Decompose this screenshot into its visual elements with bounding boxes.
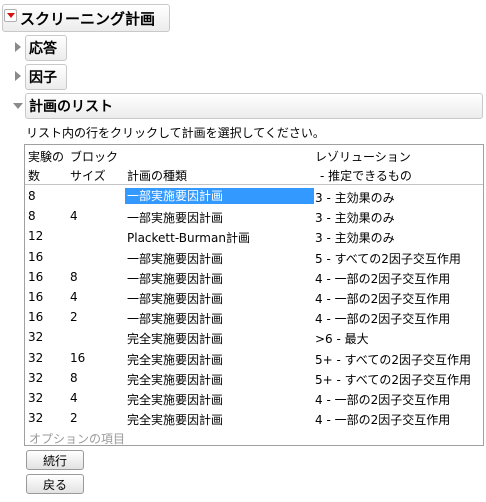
design-type-cell: 一部実施要因計画 xyxy=(127,271,224,286)
block-size-cell: 8 xyxy=(70,269,78,284)
table-row[interactable]: 32 16 完全実施要因計画 5+ - すべての2因子交互作用 xyxy=(25,348,483,368)
resolution-cell: 4 - 一部の2因子交互作用 xyxy=(315,393,451,407)
table-row[interactable]: 32 8 完全実施要因計画 5+ - すべての2因子交互作用 xyxy=(25,368,483,388)
design-type-cell: 完全実施要因計画 xyxy=(127,352,224,367)
table-row[interactable]: 32 4 完全実施要因計画 4 - 一部の2因子交互作用 xyxy=(25,388,483,408)
runs-cell: 16 xyxy=(28,290,44,304)
header-block-line1: ブロック xyxy=(70,150,119,164)
design-type-cell: 一部実施要因計画 xyxy=(125,188,314,204)
table-row[interactable]: 16 8 一部実施要因計画 4 - 一部の2因子交互作用 xyxy=(25,267,483,287)
table-row[interactable]: 32 2 完全実施要因計画 4 - 一部の2因子交互作用 xyxy=(25,408,483,428)
table-row[interactable]: 16 一部実施要因計画 5 - すべての2因子交互作用 xyxy=(25,247,483,267)
header-runs-line2: 数 xyxy=(28,169,41,183)
table-row[interactable]: 16 4 一部実施要因計画 4 - 一部の2因子交互作用 xyxy=(25,287,483,307)
header-runs-line1: 実験の xyxy=(28,150,65,164)
design-type-cell: 完全実施要因計画 xyxy=(127,332,224,347)
resolution-cell: 3 - 主効果のみ xyxy=(315,211,395,226)
runs-cell: 8 xyxy=(28,189,36,203)
design-type-cell: 完全実施要因計画 xyxy=(127,413,224,428)
block-size-cell: 8 xyxy=(70,370,78,385)
runs-cell: 32 xyxy=(28,391,44,405)
resolution-cell: 4 - 一部の2因子交互作用 xyxy=(315,271,451,286)
block-size-cell: 4 xyxy=(70,290,78,304)
design-type-cell: Plackett-Burman計画 xyxy=(127,231,250,246)
block-size-cell: 4 xyxy=(70,209,78,224)
header-resolution-line2: - 推定できるもの xyxy=(320,169,412,183)
resolution-cell: 5 - すべての2因子交互作用 xyxy=(315,251,461,266)
design-type-cell: 完全実施要因計画 xyxy=(127,372,224,387)
collapse-design-list-icon[interactable] xyxy=(13,103,23,109)
expand-response-icon[interactable] xyxy=(15,42,21,52)
design-type-cell: 完全実施要因計画 xyxy=(127,393,224,407)
back-button[interactable]: 戻る xyxy=(26,474,84,494)
page-title: スクリーニング計画 xyxy=(20,10,156,28)
runs-cell: 16 xyxy=(28,249,44,264)
options-label[interactable]: オプションの項目 xyxy=(29,430,125,447)
resolution-cell: >6 - 最大 xyxy=(315,332,369,347)
section-factors[interactable]: 因子 xyxy=(29,67,57,87)
resolution-cell: 4 - 一部の2因子交互作用 xyxy=(315,292,451,306)
runs-cell: 16 xyxy=(28,269,44,284)
table-row[interactable]: 32 完全実施要因計画 >6 - 最大 xyxy=(25,327,483,347)
table-row[interactable]: 8 一部実施要因計画 3 - 主効果のみ xyxy=(25,186,483,206)
resolution-cell: 4 - 一部の2因子交互作用 xyxy=(315,312,451,327)
block-size-cell: 16 xyxy=(70,350,86,365)
section-design-list[interactable]: 計画のリスト xyxy=(29,96,113,116)
block-size-cell: 2 xyxy=(70,411,78,426)
expand-factors-icon[interactable] xyxy=(15,71,21,81)
design-type-cell: 一部実施要因計画 xyxy=(127,211,224,226)
runs-cell: 32 xyxy=(28,411,44,426)
header-type: 計画の種類 xyxy=(127,169,188,183)
design-type-cell: 一部実施要因計画 xyxy=(127,312,224,327)
design-type-cell: 一部実施要因計画 xyxy=(127,292,224,306)
header-divider xyxy=(25,184,483,185)
resolution-cell: 5+ - すべての2因子交互作用 xyxy=(315,372,471,387)
red-triangle-menu-icon[interactable] xyxy=(4,9,17,22)
runs-cell: 12 xyxy=(28,229,44,244)
resolution-cell: 3 - 主効果のみ xyxy=(315,231,395,246)
table-row[interactable]: 8 4 一部実施要因計画 3 - 主効果のみ xyxy=(25,206,483,226)
design-list-table[interactable]: 実験の 数 ブロック サイズ 計画の種類 レゾリューション - 推定できるもの … xyxy=(24,144,484,446)
resolution-cell: 3 - 主効果のみ xyxy=(315,191,395,205)
runs-cell: 32 xyxy=(28,370,44,385)
header-block-line2: サイズ xyxy=(70,169,106,183)
section-response[interactable]: 応答 xyxy=(29,38,57,58)
runs-cell: 16 xyxy=(28,310,44,325)
runs-cell: 32 xyxy=(28,350,44,365)
design-type-cell: 一部実施要因計画 xyxy=(127,251,224,266)
header-resolution-line1: レゾリューション xyxy=(315,150,411,164)
instruction-text: リスト内の行をクリックして計画を選択してください。 xyxy=(26,126,325,140)
runs-cell: 32 xyxy=(28,330,44,345)
table-row[interactable]: 16 2 一部実施要因計画 4 - 一部の2因子交互作用 xyxy=(25,307,483,327)
table-row[interactable]: 12 Plackett-Burman計画 3 - 主効果のみ xyxy=(25,226,483,246)
continue-button[interactable]: 続行 xyxy=(26,450,84,470)
block-size-cell: 2 xyxy=(70,310,78,325)
runs-cell: 8 xyxy=(28,209,36,224)
block-size-cell: 4 xyxy=(70,391,78,405)
resolution-cell: 5+ - すべての2因子交互作用 xyxy=(315,352,471,367)
resolution-cell: 4 - 一部の2因子交互作用 xyxy=(315,413,451,428)
